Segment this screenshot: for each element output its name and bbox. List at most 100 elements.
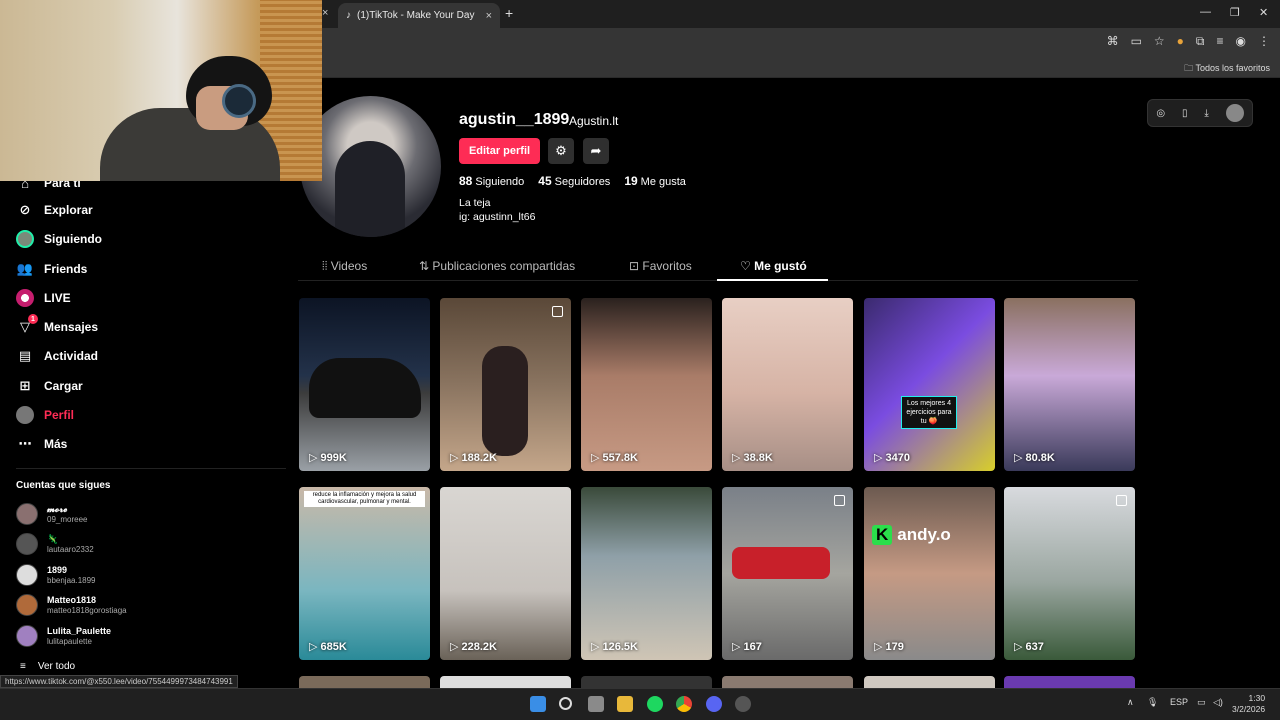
list-icon: ≡	[20, 661, 26, 672]
compass-icon: ⊘	[19, 202, 31, 217]
close-tab-icon[interactable]: ×	[322, 7, 328, 19]
discord-icon[interactable]	[706, 696, 722, 712]
tab-favorites[interactable]: ⊡ Favoritos	[629, 259, 692, 273]
video-card[interactable]: ▷ 188.2K	[440, 298, 571, 471]
view-count: ▷ 179	[874, 641, 904, 653]
video-card[interactable]	[864, 676, 995, 688]
video-card[interactable]	[440, 676, 571, 688]
sidebar-item-siguiendo[interactable]: Siguiendo	[16, 230, 102, 248]
network-icon[interactable]: ▭	[1197, 697, 1206, 708]
language-indicator[interactable]: ESP	[1170, 697, 1188, 707]
share-button[interactable]: ➦	[583, 138, 609, 164]
friends-icon: 👥	[16, 261, 34, 276]
view-count: ▷ 228.2K	[450, 641, 497, 653]
coin-icon[interactable]: ◎	[1156, 108, 1165, 119]
heart-icon: ♡	[740, 259, 755, 273]
active-tab-indicator	[717, 279, 828, 281]
microphone-icon[interactable]: 🎙	[1147, 697, 1158, 708]
video-card[interactable]: ▷ 637	[1004, 487, 1135, 660]
video-card[interactable]: reduce la inflamación y mejora la salud …	[299, 487, 430, 660]
file-explorer-icon[interactable]	[617, 696, 633, 712]
windows-start-icon[interactable]	[530, 696, 546, 712]
profile-bio-line: ig: agustinn_lt66	[459, 211, 536, 223]
video-card[interactable]	[1004, 676, 1135, 688]
sidebar-item-mas[interactable]: ⋯ Más	[16, 435, 68, 453]
video-card[interactable]: ▷ 126.5K	[581, 487, 712, 660]
video-card[interactable]: ▷ 999K	[299, 298, 430, 471]
video-card[interactable]	[299, 676, 430, 688]
chrome-extension-icon[interactable]: ●	[1177, 34, 1184, 49]
media-icon[interactable]: ≡	[1217, 34, 1224, 49]
sidebar-item-perfil[interactable]: Perfil	[16, 406, 74, 424]
messages-badge: 1	[28, 314, 38, 324]
profile-stats: 88 Siguiendo 45 Seguidores 19 Me gusta	[459, 174, 686, 188]
status-bar-url: https://www.tiktok.com/@x550.lee/video/7…	[0, 675, 238, 688]
restore-icon[interactable]: ❐	[1230, 6, 1240, 19]
account-icon[interactable]: ◉	[1236, 34, 1246, 49]
tab-reposts[interactable]: ⇅ Publicaciones compartidas	[419, 259, 575, 273]
sidebar-item-live[interactable]: LIVE	[16, 289, 71, 307]
activity-icon: ▤	[18, 348, 32, 363]
spotify-icon[interactable]	[647, 696, 663, 712]
photo-carousel-icon	[834, 495, 845, 506]
kick-icon: K	[872, 525, 893, 545]
following-account[interactable]: 𝓶𝓸𝓻𝓮 09_moreee	[16, 503, 87, 525]
tab-title: (1)TikTok - Make Your Day	[357, 10, 475, 21]
close-window-icon[interactable]: ✕	[1259, 6, 1268, 19]
tiktok-favicon-icon: ♪	[346, 10, 351, 21]
avatar	[16, 625, 38, 647]
sidebar-item-friends[interactable]: 👥 Friends	[16, 260, 87, 278]
volume-icon[interactable]: ◁)	[1213, 697, 1223, 708]
video-overlay-text: Los mejores 4 ejercicios para tu 🍑	[901, 396, 957, 429]
video-card[interactable]	[722, 676, 853, 688]
menu-icon[interactable]: ⋮	[1258, 34, 1270, 49]
following-stat[interactable]: 88 Siguiendo	[459, 174, 524, 188]
following-account[interactable]: Matteo1818 matteo1818gorostiaga	[16, 594, 127, 616]
edit-profile-button[interactable]: Editar perfil	[459, 138, 540, 164]
view-count: ▷ 557.8K	[591, 452, 638, 464]
view-count: ▷ 188.2K	[450, 452, 497, 464]
video-card[interactable]: Kandy.o ▷ 179	[864, 487, 995, 660]
video-card[interactable]: ▷ 38.8K	[722, 298, 853, 471]
browser-tab[interactable]: ♪ (1)TikTok - Make Your Day ×	[338, 3, 500, 28]
steam-icon[interactable]	[735, 696, 751, 712]
video-card[interactable]	[581, 676, 712, 688]
chevron-up-icon[interactable]: ∧	[1127, 697, 1134, 708]
sidebar-item-mensajes[interactable]: ▽ 1 Mensajes	[16, 314, 98, 336]
following-account[interactable]: Lulita_Paulette lulitapaulette	[16, 625, 111, 647]
video-card[interactable]: ▷ 228.2K	[440, 487, 571, 660]
avatar[interactable]	[1225, 104, 1244, 122]
cast-icon[interactable]: ▭	[1131, 34, 1142, 49]
repost-icon: ⇅	[419, 259, 433, 273]
search-icon[interactable]	[559, 697, 572, 710]
store-icon[interactable]	[588, 696, 604, 712]
video-card[interactable]: Los mejores 4 ejercicios para tu 🍑 ▷ 347…	[864, 298, 995, 471]
sidebar-item-explorar[interactable]: ⊘ Explorar	[16, 201, 93, 219]
download-icon[interactable]: ⤓	[1204, 108, 1208, 119]
view-count: ▷ 80.8K	[1014, 452, 1055, 464]
avatar	[16, 564, 38, 586]
close-tab-icon[interactable]: ×	[486, 10, 492, 22]
minimize-icon[interactable]: —	[1200, 6, 1211, 18]
all-bookmarks[interactable]: 🗀 Todos los favoritos	[1184, 61, 1270, 77]
video-card[interactable]: ▷ 80.8K	[1004, 298, 1135, 471]
chrome-icon[interactable]	[676, 696, 692, 712]
bookmark-star-icon[interactable]: ☆	[1154, 34, 1165, 49]
extensions-icon[interactable]: ⧉	[1196, 34, 1205, 49]
photo-carousel-icon	[552, 306, 563, 317]
device-icon[interactable]: ▯	[1182, 108, 1188, 119]
settings-button[interactable]: ⚙	[548, 138, 574, 164]
followers-stat[interactable]: 45 Seguidores	[538, 174, 610, 188]
tab-videos[interactable]: ⦙⦙ Videos	[322, 259, 367, 274]
new-tab-button[interactable]: +	[505, 5, 513, 21]
video-card[interactable]: ▷ 557.8K	[581, 298, 712, 471]
sidebar-item-actividad[interactable]: ▤ Actividad	[16, 347, 98, 365]
translate-icon[interactable]: ⌘	[1107, 34, 1119, 49]
sidebar-item-cargar[interactable]: ⊞ Cargar	[16, 377, 83, 395]
video-card[interactable]: ▷ 167	[722, 487, 853, 660]
taskbar-clock[interactable]: 1:30 3/2/2026	[1232, 693, 1265, 715]
see-all-link[interactable]: ≡ Ver todo	[20, 661, 75, 672]
tab-liked[interactable]: ♡ Me gustó	[740, 259, 807, 273]
following-account[interactable]: 1899 bbenjaa.1899	[16, 564, 96, 586]
following-account[interactable]: 🦎 lautaaro2332	[16, 533, 94, 555]
